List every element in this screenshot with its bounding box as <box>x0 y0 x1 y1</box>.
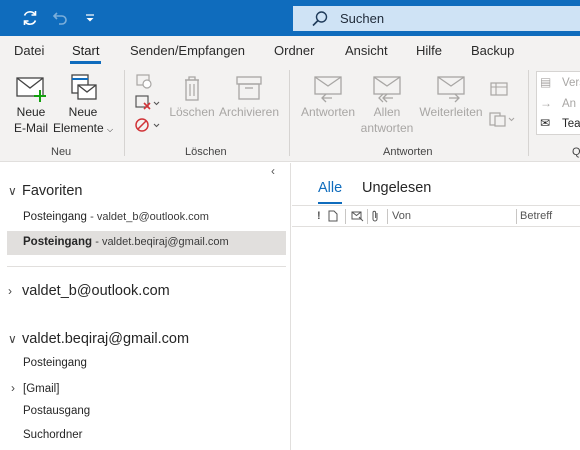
search-box[interactable]: Suchen <box>293 6 580 31</box>
column-divider <box>387 209 388 224</box>
group-label-respond: Antworten <box>383 146 433 158</box>
from-column-header[interactable]: Von <box>392 210 411 222</box>
ignore-icon[interactable] <box>134 72 156 90</box>
junk-icon[interactable] <box>134 116 160 134</box>
tab-ansicht[interactable]: Ansicht <box>345 43 388 58</box>
favorites-header[interactable]: ∨ Favoriten <box>8 183 82 199</box>
subject-column-header[interactable]: Betreff <box>520 210 552 222</box>
group-label-quick-steps: Q <box>572 146 580 158</box>
quick-step-3[interactable]: Tea <box>562 118 580 130</box>
column-divider <box>345 209 346 224</box>
archive-icon <box>236 76 262 100</box>
chevron-right-icon: › <box>11 381 15 395</box>
column-header: ! Von Betreff <box>292 205 580 227</box>
group-label-new: Neu <box>51 146 72 158</box>
new-items-icon <box>71 74 97 100</box>
forward-button[interactable]: Weiterleiten <box>418 74 484 120</box>
tab-backup[interactable]: Backup <box>471 43 514 58</box>
more-respond-icon[interactable] <box>488 110 515 128</box>
tab-unread[interactable]: Ungelesen <box>362 180 431 196</box>
chevron-down-icon: ∨ <box>8 184 17 198</box>
favorite-inbox-outlook[interactable]: Posteingang - valdet_b@outlook.com <box>23 211 209 223</box>
quick-step-arrow-icon: → <box>540 96 552 110</box>
separator <box>124 70 125 156</box>
column-divider <box>367 209 368 224</box>
undo-icon[interactable] <box>50 8 70 28</box>
account-gmail-header[interactable]: ∨ valdet.beqiraj@gmail.com <box>8 331 189 347</box>
group-label-delete: Löschen <box>185 146 227 158</box>
send-receive-icon[interactable] <box>20 8 40 28</box>
chevron-down-icon: ∨ <box>8 332 17 346</box>
new-email-icon <box>16 77 46 102</box>
cleanup-icon[interactable] <box>134 94 160 112</box>
quick-step-2[interactable]: An <box>562 98 576 110</box>
folder-gmail[interactable]: › [Gmail] <box>11 381 59 395</box>
reply-all-button[interactable]: Allen antworten <box>358 74 416 136</box>
forward-icon <box>437 76 465 103</box>
menu-tabs: Datei Start Senden/Empfangen Ordner Ansi… <box>0 36 580 66</box>
separator <box>289 70 290 156</box>
trash-icon <box>185 76 199 101</box>
tab-all[interactable]: Alle <box>318 180 343 204</box>
folder-pane: ‹ ∨ Favoriten Posteingang - valdet_b@outl… <box>0 163 291 450</box>
archive-button[interactable]: Archivieren <box>218 74 280 120</box>
reminder-column-icon[interactable] <box>351 210 364 225</box>
reply-all-icon <box>373 76 401 103</box>
item-type-column-icon[interactable] <box>328 210 338 225</box>
importance-column-icon[interactable]: ! <box>317 210 321 222</box>
tab-start[interactable]: Start <box>69 43 102 64</box>
tab-hilfe[interactable]: Hilfe <box>416 43 442 58</box>
new-email-button[interactable]: Neue E-Mail <box>9 74 53 136</box>
chevron-down-icon: ⌵ <box>106 125 114 134</box>
separator <box>528 70 529 156</box>
favorite-inbox-gmail[interactable]: Posteingang - valdet.beqiraj@gmail.com <box>23 236 229 248</box>
reply-icon <box>314 76 342 103</box>
search-icon <box>311 10 329 28</box>
new-items-button[interactable]: Neue Elemente ⌵ <box>52 74 114 138</box>
tab-senden-empfangen[interactable]: Senden/Empfangen <box>130 43 245 58</box>
attachment-column-icon[interactable] <box>371 210 380 225</box>
quick-step-1[interactable]: Vers <box>562 77 580 89</box>
folder-outbox[interactable]: Postausgang <box>23 405 90 417</box>
quick-step-move-icon: ▤ <box>540 75 552 89</box>
title-bar: Suchen <box>0 0 580 36</box>
folder-search-folders[interactable]: Suchordner <box>23 429 82 441</box>
chevron-right-icon: › <box>8 284 12 298</box>
customize-toolbar-icon[interactable] <box>80 8 100 28</box>
quick-step-mail-icon: ✉ <box>540 116 551 130</box>
search-label: Suchen <box>340 11 385 26</box>
message-list: Alle Ungelesen ! Von Betreff <box>292 163 580 450</box>
divider <box>7 266 286 267</box>
column-divider <box>516 209 517 224</box>
collapse-pane-icon[interactable]: ‹ <box>271 164 275 178</box>
tab-ordner[interactable]: Ordner <box>274 43 314 58</box>
delete-button[interactable]: Löschen <box>166 74 218 120</box>
meeting-reply-icon[interactable] <box>488 80 510 98</box>
account-outlook-header[interactable]: › valdet_b@outlook.com <box>8 283 170 299</box>
ribbon: Neue E-Mail Neue Elemente ⌵ Neu Löschen <box>0 66 580 162</box>
tab-datei[interactable]: Datei <box>14 43 44 58</box>
folder-inbox[interactable]: Posteingang <box>23 357 87 369</box>
reply-button[interactable]: Antworten <box>298 74 358 120</box>
quick-steps-gallery[interactable]: ▤ Vers → An ✉ Tea <box>536 71 580 135</box>
